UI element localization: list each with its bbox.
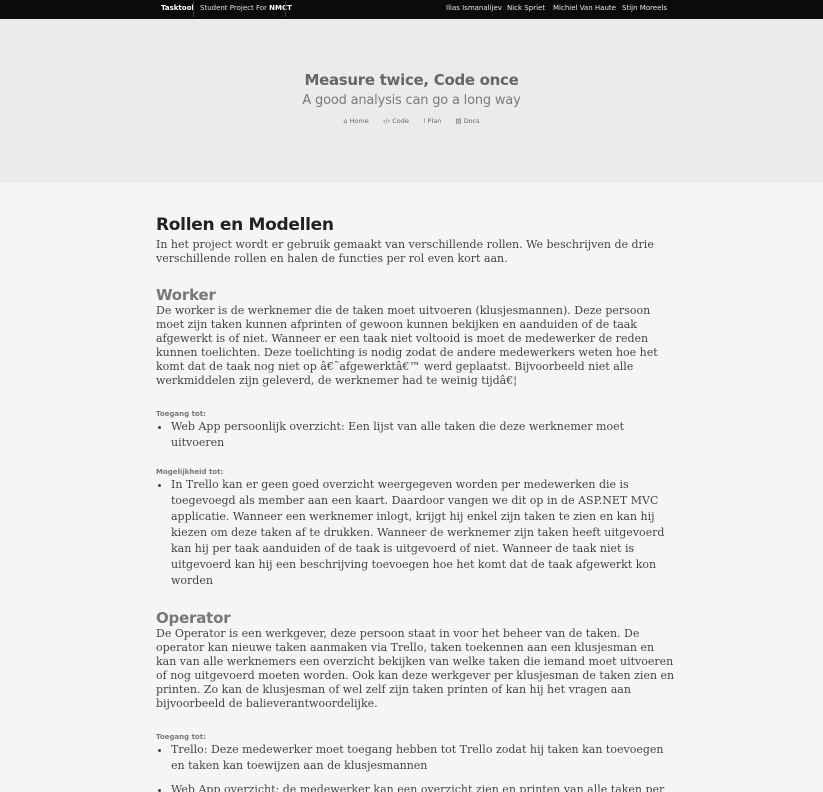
- section-title-operator: Operator: [156, 609, 231, 627]
- author-michiel[interactable]: Michiel Van Haute: [553, 0, 616, 19]
- operator-description: De Operator is een werkgever, deze perso…: [156, 627, 675, 710]
- hero-link-label: Plan: [427, 117, 442, 125]
- nav-divider: [193, 1, 194, 17]
- hero-link-docs[interactable]: ▤ Docs: [455, 117, 479, 125]
- project-prefix: Student Project For: [200, 4, 267, 12]
- operator-access-label: Toegang tot:: [156, 733, 206, 741]
- hero-banner: Measure twice, Code once A good analysis…: [0, 19, 823, 183]
- author-nick[interactable]: Nick Spriet: [507, 0, 545, 19]
- hero-links: ⌂ Home ‹/› Code ! Plan ▤ Docs: [0, 117, 823, 125]
- code-icon: ‹/›: [382, 117, 391, 125]
- author-stijn[interactable]: Stijn Moreels: [622, 0, 667, 19]
- page-title: Rollen en Modellen: [156, 215, 334, 235]
- hero-link-code[interactable]: ‹/› Code: [383, 117, 409, 125]
- hero-link-label: Home: [349, 117, 369, 125]
- nav-divider: [285, 1, 286, 17]
- plan-icon: !: [422, 117, 426, 125]
- section-title-worker: Worker: [156, 286, 216, 304]
- home-icon: ⌂: [343, 117, 348, 125]
- worker-access-label: Toegang tot:: [156, 410, 206, 418]
- worker-possibility-label: Mogelijkheid tot:: [156, 468, 224, 476]
- brand-link[interactable]: Tasktool: [161, 0, 194, 19]
- top-navbar: Tasktool Student Project For NMCT Ilias …: [0, 0, 823, 19]
- list-item: Web App overzicht: de medewerker kan een…: [171, 782, 676, 792]
- hero-link-label: Code: [392, 117, 409, 125]
- project-label: Student Project For NMCT: [200, 0, 292, 19]
- hero-link-label: Docs: [463, 117, 480, 125]
- worker-access-list: Web App persoonlijk overzicht: Een lijst…: [156, 419, 676, 451]
- project-name: NMCT: [269, 4, 292, 12]
- list-item: In Trello kan er geen goed overzicht wee…: [171, 477, 676, 589]
- hero-link-plan[interactable]: ! Plan: [423, 117, 441, 125]
- hero-subtitle: A good analysis can go a long way: [302, 93, 521, 108]
- operator-access-list: Trello: Deze medewerker moet toegang heb…: [156, 742, 676, 792]
- list-item: Web App persoonlijk overzicht: Een lijst…: [171, 419, 676, 451]
- intro-paragraph: In het project wordt er gebruik gemaakt …: [156, 238, 654, 265]
- hero-link-home[interactable]: ⌂ Home: [343, 117, 368, 125]
- worker-description: De worker is de werknemer die de taken m…: [156, 304, 658, 387]
- list-item: Trello: Deze medewerker moet toegang heb…: [171, 742, 676, 774]
- worker-possibility-list: In Trello kan er geen goed overzicht wee…: [156, 477, 676, 589]
- docs-icon: ▤: [455, 117, 462, 125]
- hero-title: Measure twice, Code once: [304, 71, 519, 89]
- author-ilias[interactable]: Ilias Ismanalijev: [446, 0, 502, 19]
- main-content: Rollen en Modellen In het project wordt …: [156, 214, 676, 792]
